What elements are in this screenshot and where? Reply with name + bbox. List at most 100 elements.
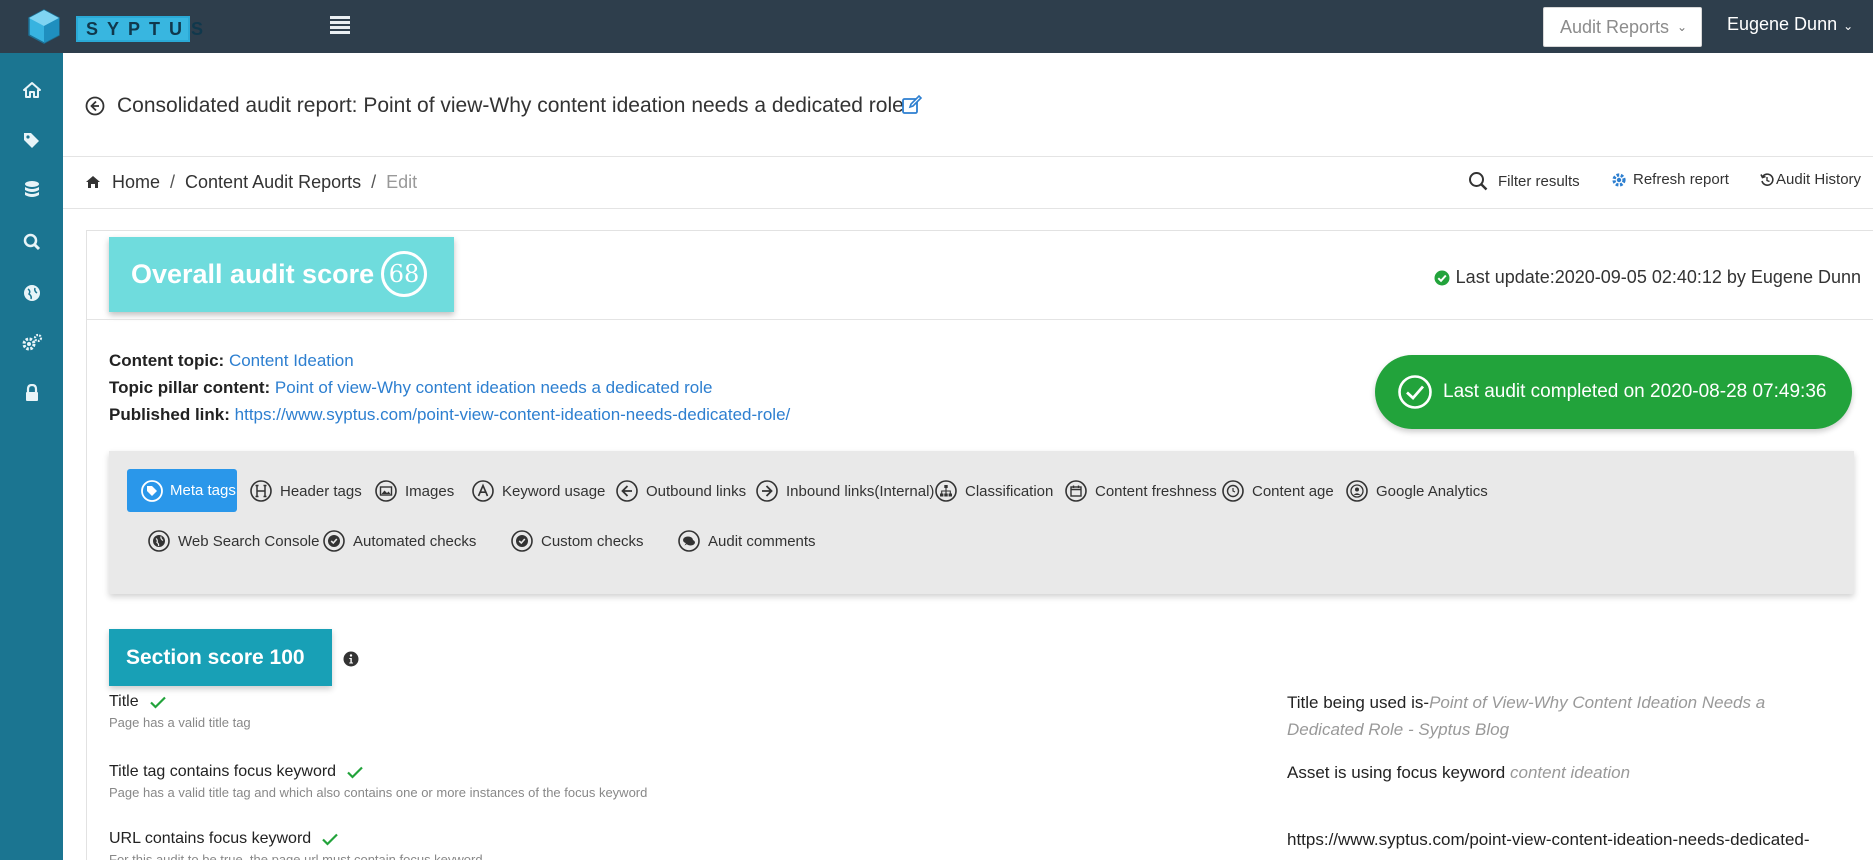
check-result: Asset is using focus keyword content ide… [1287, 759, 1827, 786]
arrow-right-icon [755, 479, 779, 503]
filter-results-button[interactable]: Filter results [1468, 171, 1580, 191]
check-title: URL contains focus keyword [109, 830, 312, 847]
check-icon [149, 696, 166, 709]
sidebar [0, 53, 63, 860]
tab-label: Content freshness [1095, 482, 1217, 500]
tab-outbound-links[interactable]: Outbound links [595, 467, 758, 515]
check-result-prefix: Asset is using focus keyword [1287, 763, 1510, 782]
tab-label: Web Search Console [178, 532, 320, 550]
content-topic-link[interactable]: Content Ideation [229, 351, 354, 370]
breadcrumb-current: Edit [386, 172, 418, 192]
check-circle-icon [1434, 270, 1450, 285]
tags-icon[interactable] [20, 128, 44, 152]
tab-label: Automated checks [353, 532, 477, 550]
chevron-down-icon: ⌄ [1843, 19, 1854, 33]
globe-icon[interactable] [20, 281, 44, 305]
menu-toggle-icon[interactable] [330, 16, 350, 34]
tab-keyword-usage[interactable]: Keyword usage [451, 467, 617, 515]
tab-images[interactable]: Images [354, 467, 466, 515]
breadcrumb-separator: / [371, 172, 377, 192]
check-item-title-focus-keyword: Title tag contains focus keyword Page ha… [109, 763, 647, 800]
cogs-icon[interactable] [20, 331, 44, 355]
last-update-text: Last update:2020-09-05 02:40:12 by Eugen… [1455, 267, 1861, 287]
check-title: Title tag contains focus keyword [109, 763, 337, 780]
tab-label: Images [405, 482, 455, 500]
globe-icon [147, 529, 171, 553]
tab-header-tags[interactable]: Header tags [229, 467, 374, 515]
tab-automated-checks[interactable]: Automated checks [302, 517, 488, 565]
check-icon [322, 833, 338, 846]
history-icon [1760, 172, 1774, 186]
tab-google-analytics[interactable]: Google Analytics [1325, 467, 1500, 515]
search-icon [1469, 172, 1488, 191]
tab-label: Outbound links [646, 482, 747, 500]
tab-label: Google Analytics [1376, 482, 1488, 500]
audit-history-button[interactable]: Audit History [1760, 171, 1861, 188]
published-link-label: Published link: [109, 405, 230, 424]
check-result-value: content ideation [1509, 763, 1631, 782]
tab-label: Inbound links(Internal) [786, 482, 935, 500]
clock-icon [1221, 479, 1245, 503]
check-circle-icon [510, 529, 534, 553]
overall-audit-score-label: Overall audit score [131, 259, 375, 289]
sitemap-icon [934, 479, 958, 503]
filter-results-label: Filter results [1498, 172, 1580, 190]
back-arrow-icon[interactable] [85, 96, 105, 116]
database-icon[interactable] [20, 178, 44, 202]
breadcrumb: Home / Content Audit Reports / Edit [112, 172, 417, 193]
check-result-prefix: Title being used is- [1287, 693, 1430, 712]
published-link[interactable]: https://www.syptus.com/point-view-conten… [235, 405, 791, 424]
check-circle-icon [322, 529, 346, 553]
overall-audit-score-value: 68 [381, 251, 427, 297]
check-description: Page has a valid title tag [109, 715, 251, 730]
tab-classification[interactable]: Classification [914, 467, 1065, 515]
breadcrumb-home[interactable]: Home [112, 172, 160, 192]
breadcrumb-content-audit-reports[interactable]: Content Audit Reports [185, 172, 361, 192]
page-title: Consolidated audit report: Point of view… [117, 94, 904, 117]
search-icon[interactable] [20, 230, 44, 254]
syptus-logo[interactable]: SYPTUS [26, 8, 203, 44]
refresh-report-button[interactable]: Refresh report [1611, 171, 1729, 188]
user-menu[interactable]: Eugene Dunn ⌄ [1727, 14, 1853, 35]
tab-web-search-console[interactable]: Web Search Console [127, 517, 331, 565]
overall-audit-score: Overall audit score 68 [109, 237, 454, 312]
section-score: Section score 100 [109, 629, 332, 686]
tab-audit-comments[interactable]: Audit comments [657, 517, 828, 565]
check-circle-icon [1398, 375, 1432, 409]
image-icon [374, 479, 398, 503]
audit-reports-dropdown[interactable]: Audit Reports ⌄ [1543, 7, 1702, 47]
home-icon [86, 176, 100, 188]
topic-pillar-link[interactable]: Point of view-Why content ideation needs… [275, 378, 713, 397]
last-update: Last update:2020-09-05 02:40:12 by Eugen… [1434, 267, 1861, 288]
user-circle-icon [1345, 479, 1369, 503]
check-description: For this audit to be true, the page url … [109, 852, 483, 860]
tab-meta-tags[interactable]: Meta tags [127, 469, 237, 512]
check-icon [347, 766, 363, 779]
info-icon[interactable] [343, 651, 359, 667]
topic-pillar-label: Topic pillar content: [109, 378, 271, 397]
tags-icon [141, 479, 163, 503]
lock-icon[interactable] [20, 381, 44, 405]
check-item-url-focus-keyword: URL contains focus keyword For this audi… [109, 830, 483, 860]
divider [87, 319, 1873, 320]
content-topic-label: Content topic: [109, 351, 225, 370]
gear-icon [1612, 172, 1626, 187]
audit-report-card: Overall audit score 68 Last update:2020-… [86, 230, 1873, 860]
breadcrumb-separator: / [170, 172, 176, 192]
home-icon[interactable] [20, 78, 44, 102]
header-icon [249, 479, 273, 503]
check-result: Title being used is-Point of View-Why Co… [1287, 689, 1827, 743]
tab-custom-checks[interactable]: Custom checks [490, 517, 656, 565]
content-meta: Content topic: Content Ideation Topic pi… [109, 347, 790, 428]
cube-logo-icon [28, 9, 60, 44]
audit-reports-label: Audit Reports [1560, 16, 1670, 37]
edit-icon[interactable] [901, 94, 923, 116]
refresh-report-label: Refresh report [1633, 171, 1729, 188]
font-icon [471, 479, 495, 503]
arrow-left-icon [615, 479, 639, 503]
audit-history-label: Audit History [1776, 171, 1862, 188]
last-audit-text: Last audit completed on 2020-08-28 07:49… [1443, 381, 1827, 402]
audit-tabs: Meta tags Header tags Images Keyword usa… [109, 451, 1854, 594]
tab-label: Custom checks [541, 532, 644, 550]
check-item-title: Title Page has a valid title tag [109, 693, 251, 730]
